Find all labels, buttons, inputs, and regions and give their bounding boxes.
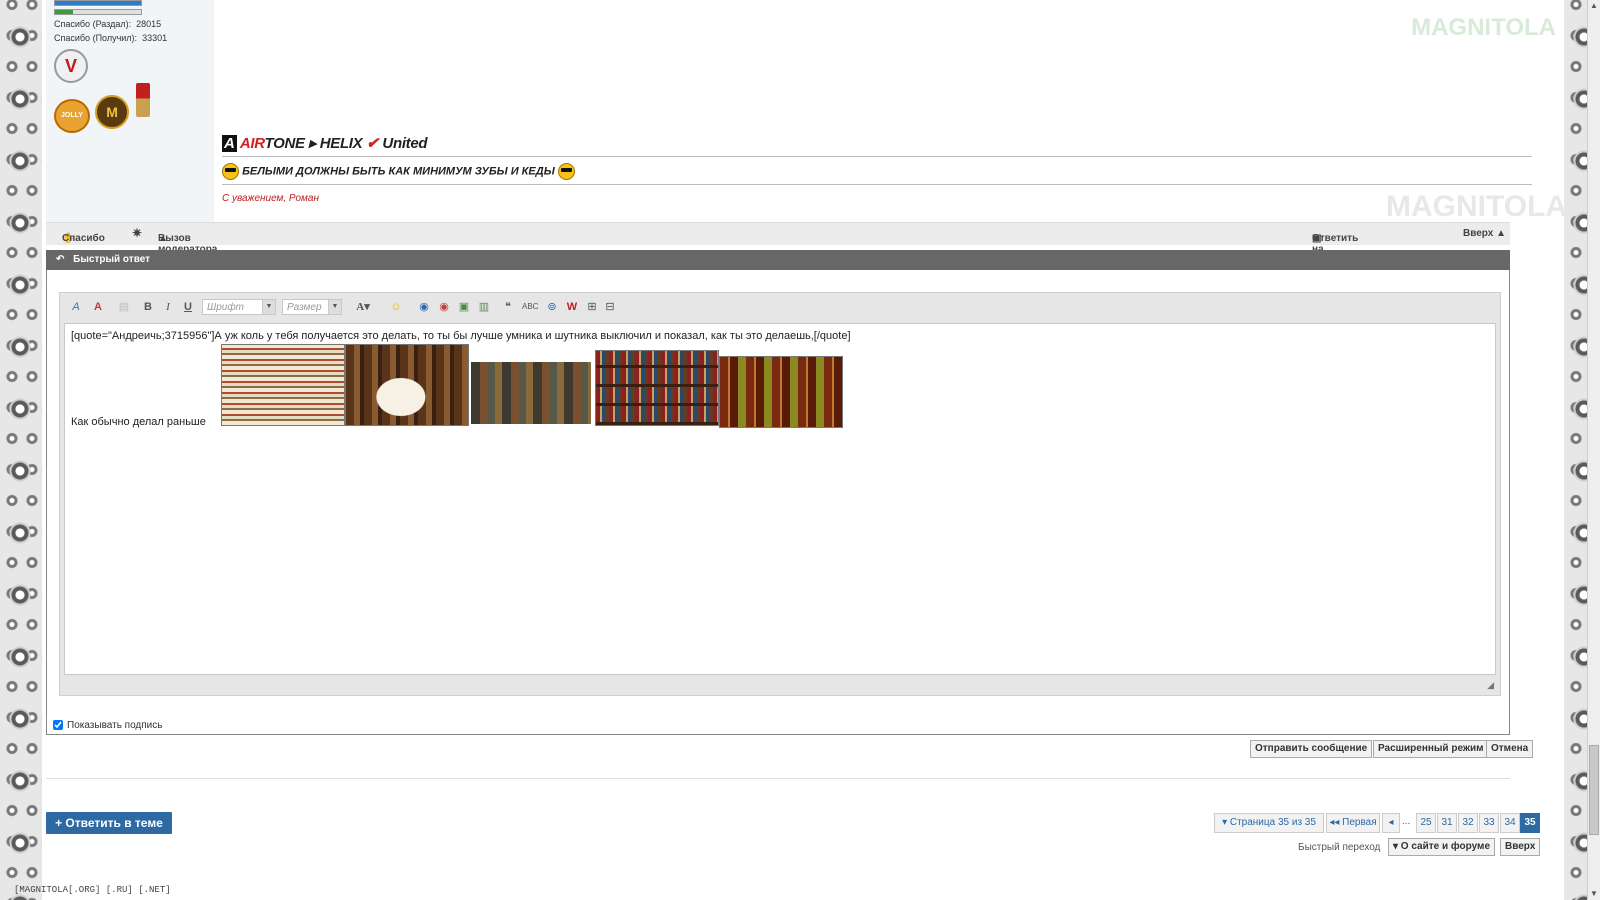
- italic-icon[interactable]: I: [160, 299, 176, 315]
- books-stack-image: [221, 344, 345, 426]
- table-icon[interactable]: ⊞: [584, 299, 600, 315]
- quick-jump-label: Быстрый переход: [1298, 842, 1381, 853]
- post-signature: A AIRTONE ▸ HELIX ✔ United БЕЛЫМИ ДОЛЖНЫ…: [222, 130, 1532, 204]
- word-paste-icon[interactable]: W: [564, 299, 580, 315]
- cool-smiley-icon: [222, 163, 239, 180]
- page-link[interactable]: 34: [1500, 813, 1520, 833]
- font-select[interactable]: Шрифт ▼: [202, 299, 276, 315]
- bookshelf-image: [595, 350, 719, 426]
- go-top-link[interactable]: Вверх ▲: [1463, 228, 1506, 239]
- show-signature-option[interactable]: Показывать подпись: [53, 720, 162, 731]
- message-body-text: Как обычно делал раньше: [71, 416, 206, 428]
- quote-icon[interactable]: ❝: [500, 299, 516, 315]
- scrollbar[interactable]: ▲ ▼: [1587, 0, 1600, 900]
- advanced-mode-button[interactable]: Расширенный режим: [1373, 740, 1489, 758]
- left-gear-border: [0, 0, 42, 900]
- prev-page-link[interactable]: ◂: [1382, 813, 1400, 833]
- page-link[interactable]: 33: [1479, 813, 1499, 833]
- reputation-bar: [54, 0, 142, 6]
- open-book-image: [345, 344, 469, 426]
- divider: [46, 778, 1510, 779]
- scroll-up-arrow-icon[interactable]: ▲: [1588, 0, 1600, 12]
- wysiwyg-editor: A A ▤ B I U Шрифт ▼ Размер ▼ A▾ ☺ ◉ ◉ ▣ ▥ …: [59, 292, 1501, 696]
- reply-in-thread-button[interactable]: + Ответить в теме: [46, 812, 172, 834]
- post-actions-bar: ✋ Спасибо ✷ ▲ Вызов модератора ▣ Ответит…: [46, 222, 1510, 266]
- activity-bar: [54, 9, 142, 15]
- page-link[interactable]: 25: [1416, 813, 1436, 833]
- message-textarea[interactable]: [quote="Андреичь;3715956"]А уж коль у те…: [64, 323, 1496, 675]
- editor-toolbar: A A ▤ B I U Шрифт ▼ Размер ▼ A▾ ☺ ◉ ◉ ▣ ▥ …: [60, 293, 1500, 321]
- spellcheck-icon[interactable]: ABC: [522, 299, 538, 315]
- cancel-button[interactable]: Отмена: [1486, 740, 1534, 758]
- footer-site-text: [MAGNITOLA[.ORG] [.RU] [.NET]: [14, 885, 171, 895]
- quick-reply-title: Быстрый ответ: [73, 254, 151, 265]
- thanks-received: Спасибо (Получил): 33301: [54, 33, 168, 43]
- font-color-icon[interactable]: A▾: [352, 299, 374, 315]
- resize-handle-icon[interactable]: ◢: [1487, 680, 1494, 691]
- quick-reply-header: ↶ Быстрый ответ: [46, 250, 1510, 270]
- signature-regards: С уважением, Роман: [222, 193, 319, 204]
- quote-bbcode-text: [quote="Андреичь;3715956"]А уж коль у те…: [71, 330, 851, 342]
- font-color-reset-icon[interactable]: A: [90, 299, 106, 315]
- link-icon[interactable]: ◉: [416, 299, 432, 315]
- reply-arrow-icon: ↶: [56, 254, 65, 265]
- chevron-down-icon: ▼: [328, 300, 341, 314]
- signature-logo: A AIRTONE ▸ HELIX ✔ United: [222, 130, 1532, 157]
- chevron-down-icon: ▼: [262, 300, 275, 314]
- quick-jump-select[interactable]: ▾ О сайте и форуме: [1388, 838, 1496, 856]
- signature-slogan: БЕЛЫМИ ДОЛЖНЫ БЫТЬ КАК МИНИМУМ ЗУБЫ И КЕ…: [222, 157, 1532, 185]
- paste-icon[interactable]: ▤: [116, 299, 132, 315]
- size-select[interactable]: Размер ▼: [282, 299, 342, 315]
- unlink-icon[interactable]: ◉: [436, 299, 452, 315]
- video-icon[interactable]: ▥: [476, 299, 492, 315]
- first-page-link[interactable]: ◂◂ Первая: [1326, 813, 1380, 833]
- scroll-down-arrow-icon[interactable]: ▼: [1588, 888, 1600, 900]
- leather-books-image: [719, 356, 843, 428]
- quick-reply-box: A A ▤ B I U Шрифт ▼ Размер ▼ A▾ ☺ ◉ ◉ ▣ ▥ …: [46, 270, 1510, 735]
- post-author-panel: Спасибо (Раздал): 28015 Спасибо (Получил…: [46, 0, 214, 222]
- underline-icon[interactable]: U: [180, 299, 196, 315]
- main-content: Спасибо (Раздал): 28015 Спасибо (Получил…: [46, 0, 1567, 900]
- medal-jolly-icon: JOLLY: [54, 99, 90, 133]
- thanks-given: Спасибо (Раздал): 28015: [54, 19, 162, 29]
- user-emblem: V: [54, 49, 88, 83]
- scroll-thumb[interactable]: [1589, 745, 1599, 835]
- page-info[interactable]: ▾ Страница 35 из 35: [1214, 813, 1324, 833]
- cool-smiley-icon: [557, 163, 575, 180]
- old-books-image: [471, 362, 591, 424]
- image-icon[interactable]: ▣: [456, 299, 472, 315]
- star-icon[interactable]: ✷: [132, 226, 142, 240]
- search-icon[interactable]: ⊚: [544, 299, 560, 315]
- pager-ellipsis: ...: [1402, 816, 1411, 827]
- page-link[interactable]: 31: [1437, 813, 1457, 833]
- show-signature-checkbox[interactable]: [53, 720, 63, 731]
- medal-round-icon: M: [95, 95, 130, 129]
- go-top-bottom-link[interactable]: Вверх: [1500, 838, 1541, 856]
- current-page: 35: [1520, 813, 1540, 833]
- smilie-icon[interactable]: ☺: [388, 299, 404, 315]
- corner-logo: MAGNITOLA: [1411, 14, 1556, 41]
- bold-icon[interactable]: B: [140, 299, 156, 315]
- medal-ribbon-icon: [136, 83, 151, 117]
- remove-format-icon[interactable]: A: [68, 299, 84, 315]
- post-watermark: MAGNITOLA: [1386, 190, 1568, 223]
- submit-button[interactable]: Отправить сообщение: [1250, 740, 1373, 758]
- spoiler-icon[interactable]: ⊟: [602, 299, 618, 315]
- page-link[interactable]: 32: [1458, 813, 1478, 833]
